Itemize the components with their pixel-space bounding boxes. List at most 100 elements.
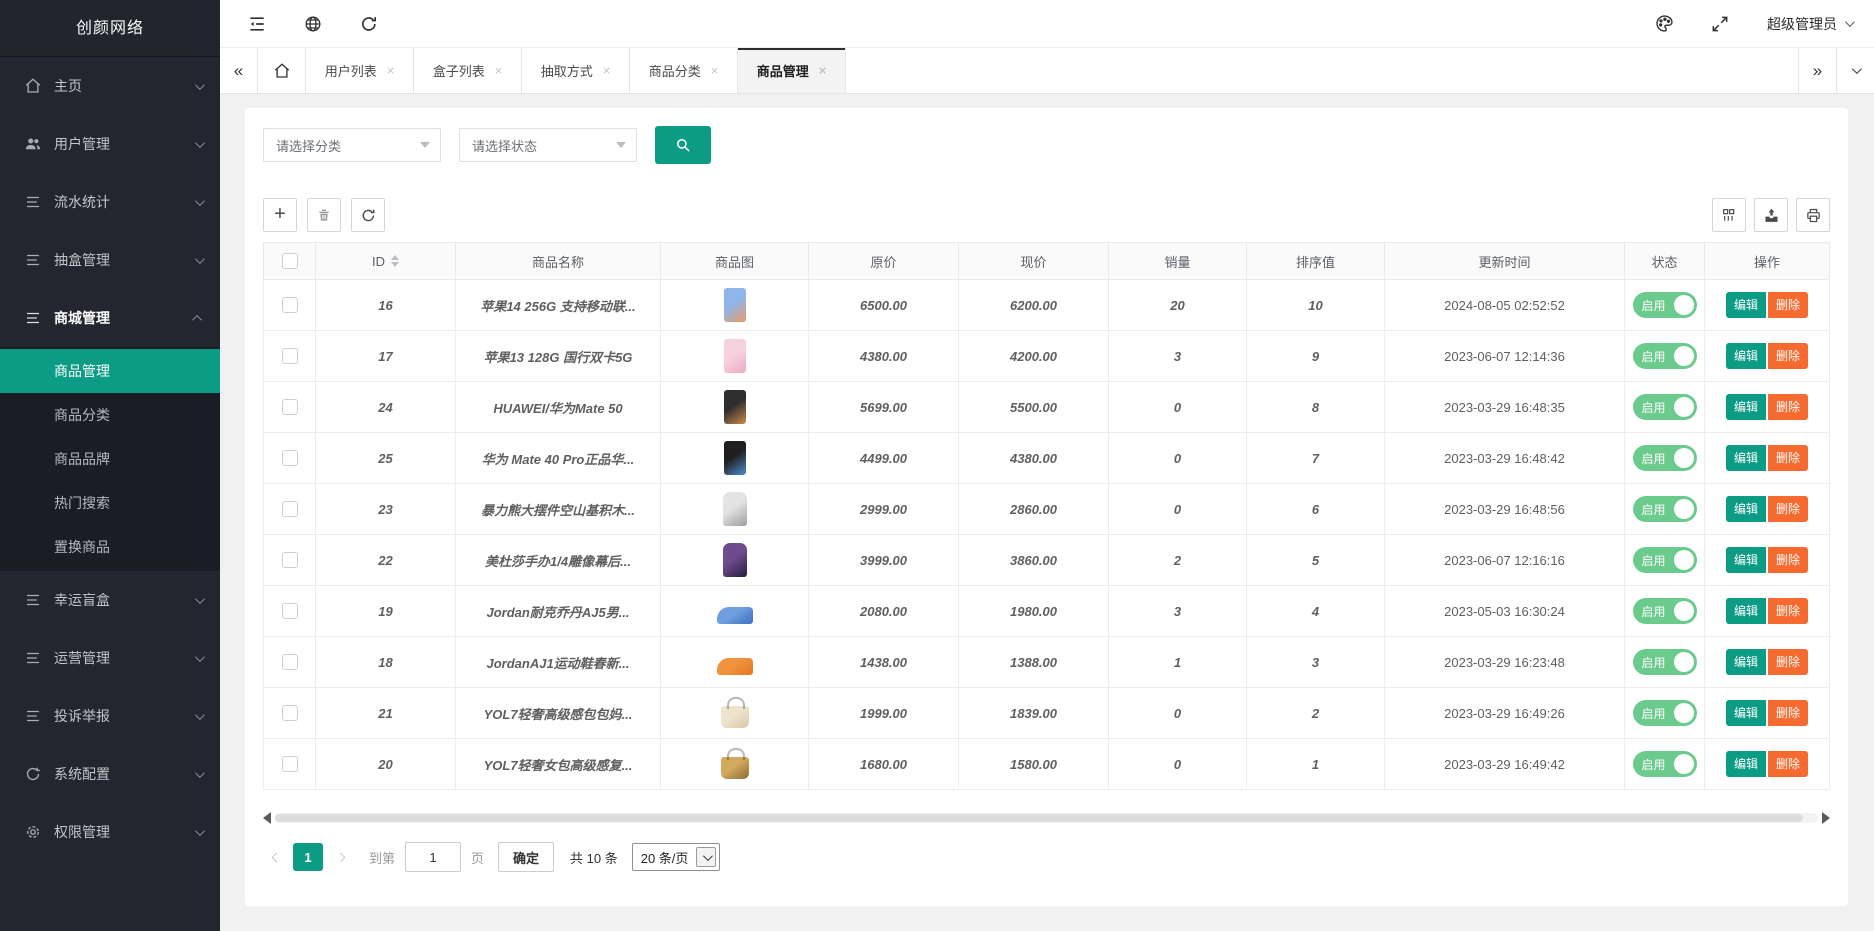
sidebar-item-operations[interactable]: 运营管理 bbox=[0, 629, 220, 687]
batch-delete-button[interactable] bbox=[307, 198, 341, 232]
sidebar-item-complaints[interactable]: 投诉举报 bbox=[0, 687, 220, 745]
close-icon[interactable]: × bbox=[603, 63, 611, 78]
delete-button[interactable]: 删除 bbox=[1768, 292, 1808, 318]
collapse-sidebar-icon[interactable] bbox=[246, 13, 268, 35]
next-page-button[interactable] bbox=[327, 843, 353, 871]
header-id[interactable]: ID bbox=[316, 243, 456, 280]
tab-product-category[interactable]: 商品分类 × bbox=[630, 48, 738, 93]
row-checkbox[interactable] bbox=[282, 450, 298, 466]
tabs-scroll-left-button[interactable]: « bbox=[220, 48, 258, 93]
edit-button[interactable]: 编辑 bbox=[1726, 547, 1766, 573]
status-toggle[interactable]: 启用 bbox=[1633, 751, 1697, 777]
delete-button[interactable]: 删除 bbox=[1768, 343, 1808, 369]
status-toggle[interactable]: 启用 bbox=[1633, 700, 1697, 726]
delete-button[interactable]: 删除 bbox=[1768, 445, 1808, 471]
row-checkbox[interactable] bbox=[282, 654, 298, 670]
status-toggle[interactable]: 启用 bbox=[1633, 649, 1697, 675]
delete-button[interactable]: 删除 bbox=[1768, 598, 1808, 624]
edit-button[interactable]: 编辑 bbox=[1726, 496, 1766, 522]
sidebar-item-users[interactable]: 用户管理 bbox=[0, 115, 220, 173]
sidebar-item-mall-manage[interactable]: 商城管理 bbox=[0, 289, 220, 347]
scrollbar-thumb[interactable] bbox=[275, 814, 1803, 822]
print-button[interactable] bbox=[1796, 198, 1830, 232]
user-menu[interactable]: 超级管理员 bbox=[1767, 14, 1852, 34]
tab-home[interactable] bbox=[258, 48, 306, 93]
tab-draw-method[interactable]: 抽取方式 × bbox=[522, 48, 630, 93]
confirm-button[interactable]: 确定 bbox=[498, 842, 554, 872]
delete-button[interactable]: 删除 bbox=[1768, 751, 1808, 777]
edit-button[interactable]: 编辑 bbox=[1726, 598, 1766, 624]
scroll-right-arrow-icon[interactable] bbox=[1822, 812, 1830, 824]
tabs-scroll-right-button[interactable]: » bbox=[1798, 48, 1836, 93]
edit-button[interactable]: 编辑 bbox=[1726, 751, 1766, 777]
close-icon[interactable]: × bbox=[495, 63, 503, 78]
tab-product-manage[interactable]: 商品管理 × bbox=[738, 48, 846, 93]
sidebar-item-permission[interactable]: 权限管理 bbox=[0, 803, 220, 861]
export-button[interactable] bbox=[1754, 198, 1788, 232]
sidebar-item-lucky-box[interactable]: 幸运盲盒 bbox=[0, 571, 220, 629]
sidebar-item-box-manage[interactable]: 抽盒管理 bbox=[0, 231, 220, 289]
status-toggle[interactable]: 启用 bbox=[1633, 292, 1697, 318]
tabs-menu-button[interactable] bbox=[1836, 48, 1874, 93]
delete-button[interactable]: 删除 bbox=[1768, 496, 1808, 522]
row-checkbox[interactable] bbox=[282, 501, 298, 517]
sort-icon[interactable] bbox=[391, 255, 399, 267]
row-checkbox[interactable] bbox=[282, 603, 298, 619]
status-toggle[interactable]: 启用 bbox=[1633, 547, 1697, 573]
cell-current-price: 4380.00 bbox=[959, 433, 1109, 484]
refresh-table-button[interactable] bbox=[351, 198, 385, 232]
status-toggle[interactable]: 启用 bbox=[1633, 394, 1697, 420]
edit-button[interactable]: 编辑 bbox=[1726, 445, 1766, 471]
edit-button[interactable]: 编辑 bbox=[1726, 292, 1766, 318]
row-checkbox[interactable] bbox=[282, 348, 298, 364]
edit-button[interactable]: 编辑 bbox=[1726, 700, 1766, 726]
tab-user-list[interactable]: 用户列表 × bbox=[306, 48, 414, 93]
status-toggle[interactable]: 启用 bbox=[1633, 445, 1697, 471]
close-icon[interactable]: × bbox=[387, 63, 395, 78]
status-toggle[interactable]: 启用 bbox=[1633, 496, 1697, 522]
row-checkbox[interactable] bbox=[282, 705, 298, 721]
select-all-checkbox[interactable] bbox=[282, 253, 298, 269]
fullscreen-icon[interactable] bbox=[1709, 13, 1731, 35]
select-dropdown-button[interactable] bbox=[696, 847, 716, 867]
close-icon[interactable]: × bbox=[819, 63, 827, 78]
edit-button[interactable]: 编辑 bbox=[1726, 394, 1766, 420]
page-number-button[interactable]: 1 bbox=[293, 843, 323, 871]
edit-button[interactable]: 编辑 bbox=[1726, 343, 1766, 369]
tab-box-list[interactable]: 盒子列表 × bbox=[414, 48, 522, 93]
theme-palette-icon[interactable] bbox=[1653, 13, 1675, 35]
status-select[interactable]: 请选择状态 bbox=[459, 128, 637, 162]
row-checkbox[interactable] bbox=[282, 552, 298, 568]
sidebar-item-hot-search[interactable]: 热门搜索 bbox=[0, 481, 220, 525]
status-toggle[interactable]: 启用 bbox=[1633, 343, 1697, 369]
search-button[interactable] bbox=[655, 126, 711, 164]
sidebar-item-flow-stats[interactable]: 流水统计 bbox=[0, 173, 220, 231]
sidebar-item-system-config[interactable]: 系统配置 bbox=[0, 745, 220, 803]
sidebar-item-exchange-product[interactable]: 置换商品 bbox=[0, 525, 220, 569]
scrollbar-track[interactable] bbox=[275, 813, 1818, 823]
delete-button[interactable]: 删除 bbox=[1768, 394, 1808, 420]
delete-button[interactable]: 删除 bbox=[1768, 547, 1808, 573]
sidebar-item-product-brand[interactable]: 商品品牌 bbox=[0, 437, 220, 481]
delete-button[interactable]: 删除 bbox=[1768, 649, 1808, 675]
cell-sort: 9 bbox=[1247, 331, 1385, 382]
sidebar-item-product-manage[interactable]: 商品管理 bbox=[0, 349, 220, 393]
refresh-icon[interactable] bbox=[358, 13, 380, 35]
sidebar-item-home[interactable]: 主页 bbox=[0, 57, 220, 115]
row-checkbox[interactable] bbox=[282, 297, 298, 313]
status-toggle[interactable]: 启用 bbox=[1633, 598, 1697, 624]
close-icon[interactable]: × bbox=[711, 63, 719, 78]
row-checkbox[interactable] bbox=[282, 399, 298, 415]
row-checkbox[interactable] bbox=[282, 756, 298, 772]
delete-button[interactable]: 删除 bbox=[1768, 700, 1808, 726]
category-select[interactable]: 请选择分类 bbox=[263, 128, 441, 162]
goto-page-input[interactable] bbox=[405, 842, 461, 872]
columns-filter-button[interactable] bbox=[1712, 198, 1746, 232]
scroll-left-arrow-icon[interactable] bbox=[263, 812, 271, 824]
sidebar-item-product-category[interactable]: 商品分类 bbox=[0, 393, 220, 437]
prev-page-button[interactable] bbox=[263, 843, 289, 871]
globe-icon[interactable] bbox=[302, 13, 324, 35]
page-size-select[interactable]: 20 条/页 bbox=[632, 843, 721, 871]
add-button[interactable]: + bbox=[263, 198, 297, 232]
edit-button[interactable]: 编辑 bbox=[1726, 649, 1766, 675]
